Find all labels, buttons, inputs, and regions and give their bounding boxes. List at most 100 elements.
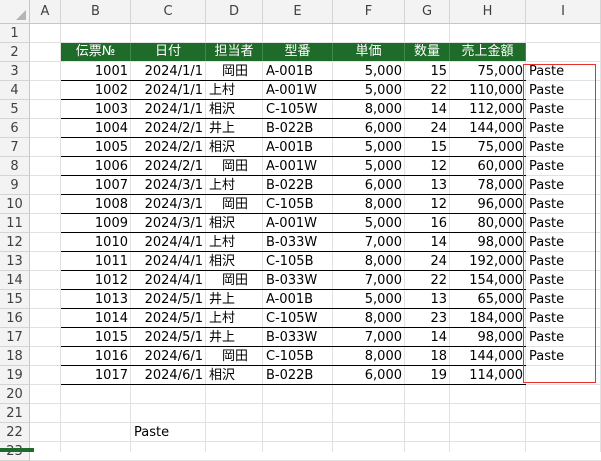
table-cell[interactable]: 78,000: [450, 176, 526, 195]
table-cell[interactable]: 2024/2/1: [131, 119, 206, 138]
table-header-cell[interactable]: 型番: [263, 43, 333, 61]
table-cell[interactable]: 5,000: [333, 290, 405, 309]
table-cell[interactable]: 2024/3/1: [131, 195, 206, 214]
row-header-13[interactable]: 13: [0, 252, 30, 271]
table-cell[interactable]: 相沢: [206, 214, 263, 233]
table-cell[interactable]: 8,000: [333, 195, 405, 214]
table-cell[interactable]: 5,000: [333, 62, 405, 81]
table-cell[interactable]: 8,000: [333, 347, 405, 366]
row-header-10[interactable]: 10: [0, 195, 30, 214]
table-cell[interactable]: 2024/6/1: [131, 347, 206, 366]
table-cell[interactable]: 184,000: [450, 309, 526, 328]
row-header-22[interactable]: 22: [0, 423, 30, 442]
cell-column-i[interactable]: Paste: [526, 214, 601, 233]
row-header-3[interactable]: 3: [0, 62, 30, 81]
table-cell[interactable]: 5,000: [333, 81, 405, 100]
table-cell[interactable]: 井上: [206, 328, 263, 347]
table-cell[interactable]: 1008: [61, 195, 131, 214]
table-cell[interactable]: 5,000: [333, 157, 405, 176]
table-cell[interactable]: 8,000: [333, 100, 405, 119]
table-cell[interactable]: 24: [405, 252, 450, 271]
table-cell[interactable]: 2024/2/1: [131, 138, 206, 157]
row-header-9[interactable]: 9: [0, 176, 30, 195]
table-cell[interactable]: 80,000: [450, 214, 526, 233]
table-cell[interactable]: 144,000: [450, 347, 526, 366]
column-header-i[interactable]: I: [526, 0, 601, 24]
table-cell[interactable]: 7,000: [333, 271, 405, 290]
table-cell[interactable]: B-033W: [263, 271, 333, 290]
table-cell[interactable]: 1004: [61, 119, 131, 138]
table-cell[interactable]: 岡田: [206, 62, 263, 81]
table-header-cell[interactable]: 担当者: [206, 43, 263, 61]
table-cell[interactable]: 2024/4/1: [131, 233, 206, 252]
table-header-cell[interactable]: 数量: [405, 43, 450, 61]
table-cell[interactable]: 1011: [61, 252, 131, 271]
table-header-cell[interactable]: 伝票№: [61, 43, 131, 61]
table-cell[interactable]: 8,000: [333, 309, 405, 328]
cell-column-i[interactable]: Paste: [526, 309, 601, 328]
cell-column-i[interactable]: Paste: [526, 62, 601, 81]
cell-column-i[interactable]: Paste: [526, 252, 601, 271]
table-cell[interactable]: 6,000: [333, 119, 405, 138]
table-cell[interactable]: 2024/4/1: [131, 271, 206, 290]
table-cell[interactable]: 75,000: [450, 138, 526, 157]
table-cell[interactable]: 19: [405, 366, 450, 385]
table-cell[interactable]: 2024/2/1: [131, 157, 206, 176]
table-cell[interactable]: 1002: [61, 81, 131, 100]
table-cell[interactable]: A-001W: [263, 81, 333, 100]
table-cell[interactable]: 22: [405, 81, 450, 100]
table-cell[interactable]: 192,000: [450, 252, 526, 271]
table-cell[interactable]: 相沢: [206, 252, 263, 271]
table-cell[interactable]: 98,000: [450, 328, 526, 347]
table-cell[interactable]: 14: [405, 233, 450, 252]
table-cell[interactable]: 1009: [61, 214, 131, 233]
table-cell[interactable]: 2024/5/1: [131, 309, 206, 328]
table-cell[interactable]: 96,000: [450, 195, 526, 214]
table-cell[interactable]: 1016: [61, 347, 131, 366]
table-cell[interactable]: 1013: [61, 290, 131, 309]
table-cell[interactable]: 岡田: [206, 195, 263, 214]
table-cell[interactable]: 1001: [61, 62, 131, 81]
table-cell[interactable]: 98,000: [450, 233, 526, 252]
table-cell[interactable]: 相沢: [206, 100, 263, 119]
table-cell[interactable]: 5,000: [333, 138, 405, 157]
table-cell[interactable]: C-105W: [263, 100, 333, 119]
column-header-a[interactable]: A: [30, 0, 61, 24]
table-cell[interactable]: 岡田: [206, 347, 263, 366]
table-cell[interactable]: 14: [405, 100, 450, 119]
row-header-12[interactable]: 12: [0, 233, 30, 252]
table-cell[interactable]: 1014: [61, 309, 131, 328]
row-header-2[interactable]: 2: [0, 43, 30, 62]
table-cell[interactable]: C-105B: [263, 347, 333, 366]
cell-grid[interactable]: 伝票№ 日付 担当者 型番 単価 数量 売上金額 1001 2024/1/1 岡田 A-001B 5,…: [30, 24, 601, 461]
table-cell[interactable]: 上村: [206, 233, 263, 252]
cell-column-i[interactable]: Paste: [526, 195, 601, 214]
cell-c22[interactable]: Paste: [131, 423, 206, 442]
table-cell[interactable]: 18: [405, 347, 450, 366]
column-header-b[interactable]: B: [61, 0, 131, 24]
table-cell[interactable]: 16: [405, 214, 450, 233]
table-cell[interactable]: 6,000: [333, 366, 405, 385]
table-cell[interactable]: 上村: [206, 81, 263, 100]
table-cell[interactable]: C-105W: [263, 309, 333, 328]
row-header-11[interactable]: 11: [0, 214, 30, 233]
table-cell[interactable]: 井上: [206, 290, 263, 309]
cell-column-i[interactable]: Paste: [526, 100, 601, 119]
table-cell[interactable]: 1005: [61, 138, 131, 157]
column-header-f[interactable]: F: [333, 0, 405, 24]
row-header-4[interactable]: 4: [0, 81, 30, 100]
row-header-5[interactable]: 5: [0, 100, 30, 119]
table-cell[interactable]: 2024/1/1: [131, 62, 206, 81]
table-header-cell[interactable]: 単価: [333, 43, 405, 61]
table-cell[interactable]: 23: [405, 309, 450, 328]
table-cell[interactable]: B-033W: [263, 233, 333, 252]
table-cell[interactable]: 2024/6/1: [131, 366, 206, 385]
table-cell[interactable]: C-105B: [263, 252, 333, 271]
row-header-17[interactable]: 17: [0, 328, 30, 347]
row-header-6[interactable]: 6: [0, 119, 30, 138]
table-cell[interactable]: 1017: [61, 366, 131, 385]
table-cell[interactable]: 7,000: [333, 233, 405, 252]
table-cell[interactable]: 15: [405, 62, 450, 81]
column-header-e[interactable]: E: [263, 0, 333, 24]
cell-column-i[interactable]: Paste: [526, 328, 601, 347]
